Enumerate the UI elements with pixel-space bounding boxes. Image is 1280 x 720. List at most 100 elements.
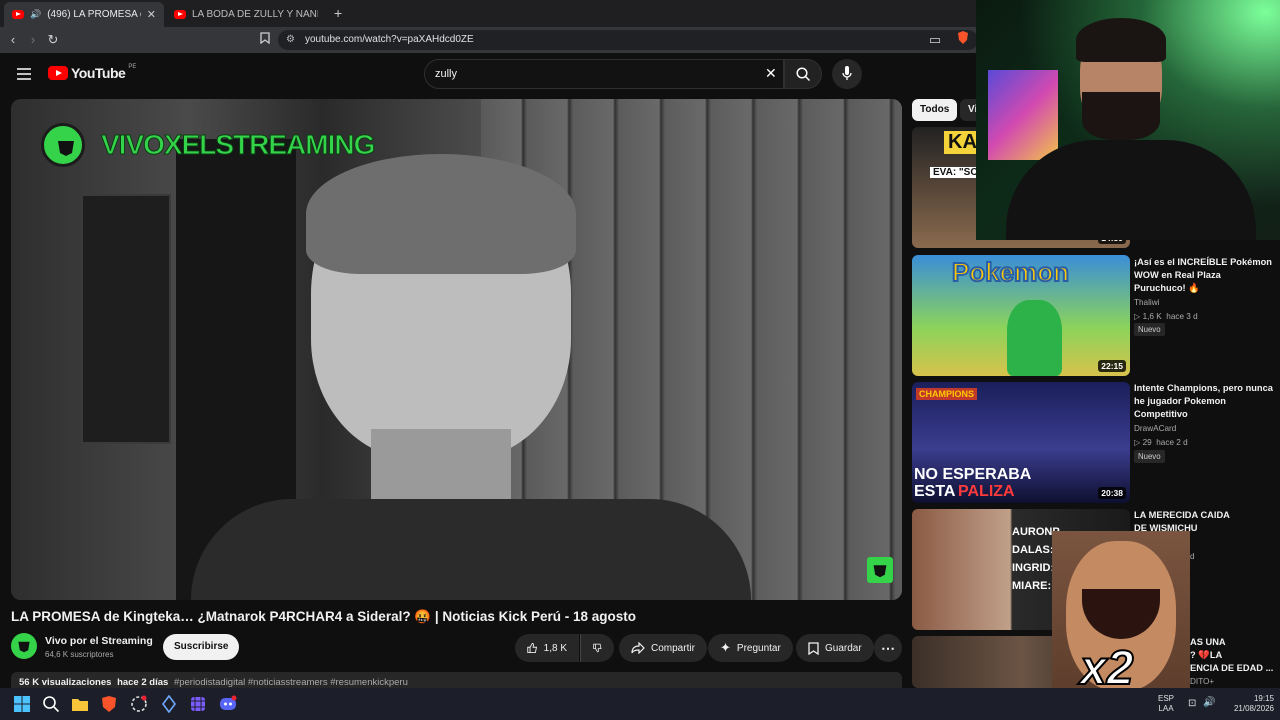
youtube-favicon-icon [174,10,186,19]
tab-close-icon[interactable]: ✕ [147,8,156,21]
share-icon [631,642,645,654]
dislike-button[interactable] [580,634,614,662]
clear-search-icon[interactable]: ✕ [765,65,777,82]
clock[interactable]: 19:15 21/08/2026 [1222,694,1274,714]
channel-name[interactable]: Vivo por el Streaming [45,635,153,647]
share-label: Compartir [651,642,695,654]
discord-icon[interactable] [219,695,237,713]
clock-date: 21/08/2026 [1233,704,1274,713]
related-title[interactable]: ¡Así es el INCREÍBLE Pokémon WOW en Real… [1134,256,1274,295]
url-text: youtube.com/watch?v=paXAHdcd0ZE [305,34,474,45]
new-tab-icon[interactable]: + [334,5,342,21]
diamond-app-icon[interactable] [160,695,178,713]
more-actions-icon[interactable]: ⋯ [874,634,902,662]
ask-button[interactable]: ✦ Preguntar [708,634,793,662]
video-title: LA PROMESA de Kingteka… ¿Matnarok P4RCHA… [11,609,636,624]
related-channel[interactable]: Thaliwi [1134,298,1159,307]
taskbar: ESP LAA ⊡ 🔊 19:15 21/08/2026 [0,688,1280,720]
related-thumb-2[interactable]: Pokemon 22:15 [912,255,1130,376]
menu-icon[interactable] [17,67,31,80]
sparkle-icon: ✦ [720,640,731,655]
duration-badge: 22:15 [1098,360,1126,372]
grid-app-icon[interactable] [189,695,207,713]
related-meta: ▷ 1,6 K hace 3 d [1134,312,1198,321]
subscriber-count: 64,6 K suscriptores [45,650,114,659]
save-label: Guardar [825,642,862,654]
tab-label: (496) LA PROMESA de Kingte [47,9,141,20]
windows-start-icon[interactable] [13,695,31,713]
hashtags[interactable]: #periodistadigital #noticiasstreamers #r… [174,677,408,688]
video-player[interactable]: VIVOXELSTREAMING [11,99,902,600]
like-button[interactable]: 1,8 K [515,634,579,662]
channel-avatar[interactable] [11,633,37,659]
webcam-overlay [976,0,1280,240]
related-title-line-3: ENCIA DE EDAD ... [1190,663,1274,673]
watermark-logo-icon [867,557,893,583]
clock-time: 19:15 [1253,694,1274,703]
chip-all[interactable]: Todos [912,99,958,121]
channel-logo-overlay [41,123,85,167]
search-icon [796,67,811,82]
search-icon[interactable] [42,695,60,713]
like-count: 1,8 K [543,642,567,654]
share-button[interactable]: Compartir [619,634,707,662]
brave-shield-icon[interactable] [954,31,972,49]
meme-overlay: x2 [1052,531,1190,706]
title-line: ? 💔LA [1190,650,1223,660]
person-shirt [191,499,751,600]
back-icon[interactable]: ‹ [4,31,22,49]
file-explorer-icon[interactable] [71,695,89,713]
title-line: AS UNA [1190,637,1226,647]
cast-icon[interactable]: ▭ [926,31,944,49]
thumb-text: NO ESPERABA [914,466,1032,483]
reload-icon[interactable]: ↻ [44,31,62,49]
thumbs-up-icon [527,642,538,654]
new-badge: Nuevo [1134,323,1165,336]
duration-badge: 20:38 [1098,487,1126,499]
search-input[interactable]: zully [435,68,457,80]
speaker-icon: 🔊 [30,9,42,19]
region-label: PE [128,64,137,70]
streamer-hair [1076,18,1166,62]
volume-icon[interactable]: 🔊 [1203,697,1215,708]
related-meta: ▷ 29 hace 2 d [1134,438,1188,447]
logo-text: YouTube [71,65,126,81]
search-button[interactable] [784,59,822,89]
forward-icon[interactable]: › [24,31,42,49]
related-views: 29 [1142,438,1152,447]
youtube-logo[interactable]: YouTube PE [48,64,137,81]
related-channel[interactable]: DrawACard [1134,424,1176,433]
network-icon[interactable]: ⊡ [1188,698,1196,709]
brave-browser-icon[interactable] [100,695,118,713]
lang-code: ESP [1158,694,1175,703]
thumb-logo: CHAMPIONS [916,388,978,400]
thumb-text: PALIZA [958,483,1015,500]
site-info-icon[interactable]: ⚙ [286,30,295,50]
related-title[interactable]: Intente Champions, pero nunca he jugador… [1134,382,1274,421]
url-bar[interactable]: ⚙ youtube.com/watch?v=paXAHdcd0ZE [278,30,978,50]
related-thumb-3[interactable]: CHAMPIONS NO ESPERABA ESTA PALIZA 20:38 [912,382,1130,503]
related-channel[interactable]: DITO+ [1190,677,1214,686]
fridge-shape [81,194,171,444]
thumbs-down-icon [593,643,602,653]
bookmark-icon[interactable] [256,31,274,49]
new-badge: Nuevo [1134,450,1165,463]
youtube-header: YouTube PE zully ✕ [0,53,976,99]
save-button[interactable]: Guardar [796,634,874,662]
related-title[interactable]: AS UNA ? 💔LA [1190,636,1276,662]
related-age: hace 3 d [1166,312,1198,321]
tab-inactive[interactable]: LA BODA DE ZULLY Y NANDO EN PE [166,2,326,27]
language-indicator[interactable]: ESP LAA [1158,694,1174,714]
voice-search-button[interactable] [832,59,862,89]
description-box[interactable]: 56 K visualizaciones hace 2 días #period… [11,672,902,688]
microphone-icon [842,66,852,80]
subscribe-button[interactable]: Suscribirse [163,634,240,660]
bookmark-icon [808,641,819,655]
app-circle-icon[interactable] [130,695,148,713]
tab-label: LA BODA DE ZULLY Y NANDO EN PE [192,9,318,20]
tab-active[interactable]: 🔊 (496) LA PROMESA de Kingte ✕ [4,2,164,27]
thumb-text: ESTA [914,483,956,500]
youtube-favicon-icon [12,10,24,19]
video-overlay-text: VIVOXELSTREAMING [100,129,375,161]
search-box[interactable]: zully ✕ [424,59,784,89]
